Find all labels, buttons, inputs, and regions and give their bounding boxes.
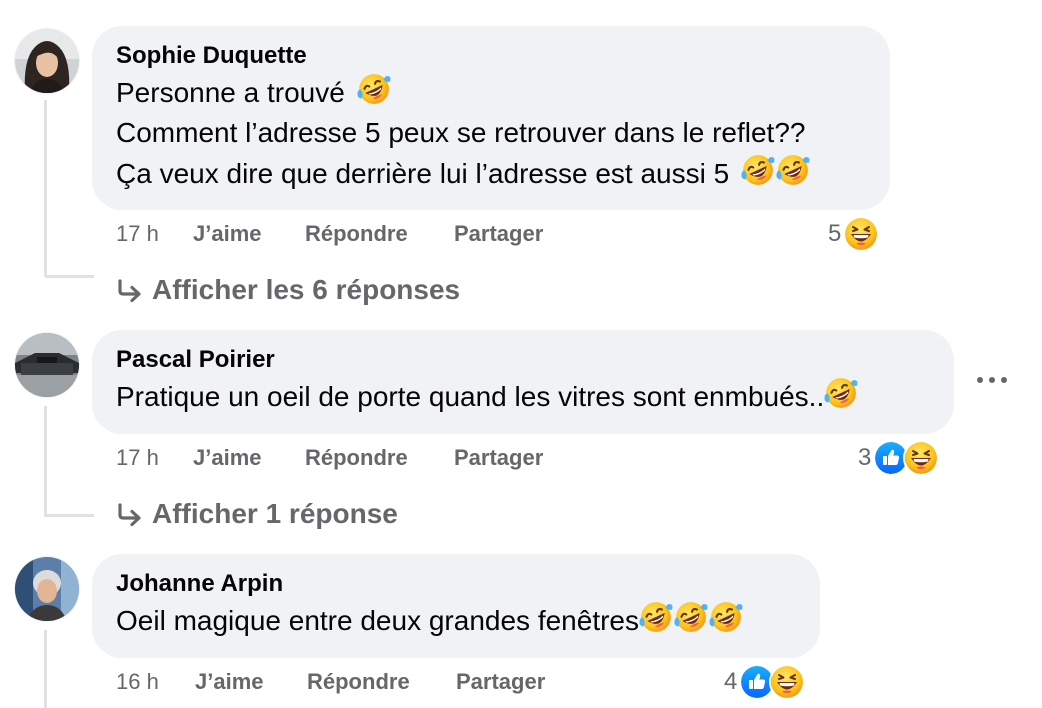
comment-author[interactable]: Sophie Duquette [116,42,866,70]
reaction-count: 3 [858,444,872,471]
reply-button[interactable]: Répondre [305,219,408,249]
comment-bubble: Sophie Duquette Personne a trouvé Commen… [92,26,890,210]
comment-text: Oeil magique entre deux grandes fenêtres [116,600,796,641]
rolling-on-floor-laughing-emoji [674,600,708,634]
haha-reaction-icon [843,216,880,252]
reaction-summary[interactable]: 4 [724,663,806,701]
comment-line: Pratique un oeil de porte quand les vitr… [116,381,825,412]
rolling-on-floor-laughing-emoji [824,376,858,410]
like-button[interactable]: J’aime [193,219,262,249]
reply-arrow-icon [118,279,141,303]
haha-reaction-icon [903,440,940,476]
share-button[interactable]: Partager [454,443,543,473]
comment-timestamp[interactable]: 16 h [116,667,159,697]
comment-bubble: Johanne Arpin Oeil magique entre deux gr… [92,554,820,658]
comment-line: Oeil magique entre deux grandes fenêtres [116,605,639,636]
view-replies-label: Afficher 1 réponse [152,498,398,529]
view-replies-link[interactable]: Afficher les 6 réponses [116,272,460,308]
share-button[interactable]: Partager [454,219,543,249]
view-replies-label: Afficher les 6 réponses [152,274,461,305]
avatar-pascal-poirier[interactable] [15,333,79,397]
like-button[interactable]: J’aime [195,667,264,697]
more-options-icon[interactable] [974,368,1010,392]
like-button[interactable]: J’aime [193,443,262,473]
comment-bubble: Pascal Poirier Pratique un oeil de porte… [92,330,954,434]
comment-actions: 17 h J’aime Répondre Partager [116,443,616,473]
view-replies-link[interactable]: Afficher 1 réponse [116,496,398,532]
comment-text: Pratique un oeil de porte quand les vitr… [116,376,930,417]
reaction-summary[interactable]: 5 [828,215,880,253]
reply-button[interactable]: Répondre [307,667,410,697]
comment-author[interactable]: Pascal Poirier [116,346,930,374]
reaction-count: 5 [828,220,842,247]
rolling-on-floor-laughing-emoji [776,153,810,187]
thread-line [44,514,94,517]
share-button[interactable]: Partager [456,667,545,697]
comment-text: Personne a trouvé [116,72,866,113]
avatar-sophie-duquette[interactable] [15,29,79,93]
reaction-count: 4 [724,668,738,695]
reaction-summary[interactable]: 3 [858,439,940,477]
comment-timestamp[interactable]: 17 h [116,219,159,249]
rolling-on-floor-laughing-emoji [741,153,775,187]
comment-line: Comment l’adresse 5 peux se retrouver da… [116,117,806,148]
comment-actions: 17 h J’aime Répondre Partager [116,219,616,249]
reply-button[interactable]: Répondre [305,443,408,473]
comment-author[interactable]: Johanne Arpin [116,570,796,598]
thread-line [44,275,94,278]
rolling-on-floor-laughing-emoji [709,600,743,634]
rolling-on-floor-laughing-emoji [639,600,673,634]
thread-line [44,406,47,514]
comment-text: Ça veux dire que derrière lui l’adresse … [116,153,866,194]
comment-line: Personne a trouvé [116,77,345,108]
rolling-on-floor-laughing-emoji [357,72,391,106]
haha-reaction-icon [769,664,806,700]
thread-line [44,630,47,708]
comment-timestamp[interactable]: 17 h [116,443,159,473]
thread-line [44,100,47,275]
avatar-johanne-arpin[interactable] [15,557,79,621]
comment-text: Comment l’adresse 5 peux se retrouver da… [116,113,866,153]
reply-arrow-icon [118,503,141,527]
comment-line: Ça veux dire que derrière lui l’adresse … [116,158,730,189]
comment-actions: 16 h J’aime Répondre Partager [116,667,616,697]
